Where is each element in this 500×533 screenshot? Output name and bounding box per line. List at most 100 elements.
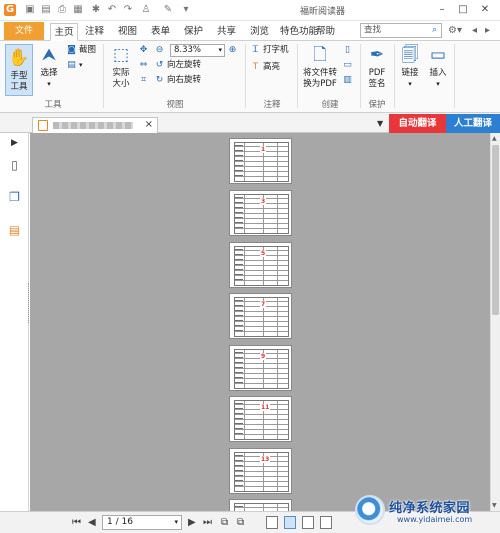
- save-icon[interactable]: ▤: [40, 4, 52, 16]
- page-thumbnail[interactable]: 13: [229, 448, 292, 494]
- ribbon-divider: [360, 44, 361, 108]
- scrollbar-thumb[interactable]: [492, 145, 499, 315]
- next-view-icon[interactable]: ⧉: [237, 517, 244, 529]
- protect-group-label: 保护: [368, 100, 386, 110]
- redo-icon[interactable]: ↷: [122, 4, 134, 16]
- ribbon-divider: [454, 44, 455, 108]
- search-icon[interactable]: ⌕: [428, 24, 441, 37]
- page-number-field[interactable]: 1 / 16 ▾: [102, 515, 182, 530]
- create-group-label: 创建: [321, 100, 339, 110]
- ribbon-toolbar: ✋ 手型 工具 ⮝ 选择 ▾ ◙ 截图 ▤ ▾ 工具 ⬚ 实际 大小 ✥ ⊖ 8.33…: [0, 41, 500, 113]
- pen-icon[interactable]: ✎: [162, 4, 174, 16]
- zoom-in-icon: ⊕: [228, 45, 237, 55]
- zoom-select[interactable]: 8.33% ▾: [170, 44, 225, 57]
- fit-visible-button[interactable]: ⌗: [138, 74, 151, 87]
- page-thumbnail[interactable]: 7: [229, 293, 292, 339]
- forward-icon[interactable]: ▸: [485, 25, 490, 36]
- select-button[interactable]: ⮝ 选择 ▾: [36, 44, 62, 90]
- previous-page-icon[interactable]: ◀: [88, 517, 96, 529]
- fit-width-button[interactable]: ⇔: [138, 59, 151, 72]
- scroll-up-icon[interactable]: ▲: [492, 135, 497, 142]
- print-icon[interactable]: ⎙: [56, 4, 68, 16]
- insert-button[interactable]: ▭ 插入 ▾: [426, 44, 450, 90]
- rotate-left-button[interactable]: ↺ 向左旋转: [154, 59, 201, 72]
- convert-to-pdf-button[interactable]: 🗋 将文件转 换为PDF: [300, 44, 340, 90]
- camera-icon: ◙: [67, 45, 76, 55]
- snapshot-label: 截图: [79, 45, 97, 55]
- minimize-button[interactable]: –: [434, 3, 450, 17]
- navigation-sidebar: ▶ ▯ ❐ ▤: [0, 133, 29, 511]
- pages-thumbnail-icon[interactable]: ❐: [8, 190, 21, 205]
- close-window-button[interactable]: ✕: [477, 3, 493, 17]
- create-scan-button[interactable]: ▭: [342, 59, 355, 72]
- page-thumbnail[interactable]: 1: [229, 138, 292, 184]
- tab-protect[interactable]: 保护: [181, 23, 206, 41]
- page-indicator: 1 / 16: [107, 517, 133, 527]
- file-menu-tab[interactable]: 文件: [4, 22, 44, 40]
- page-thumbnail[interactable]: 9: [229, 345, 292, 391]
- vertical-scrollbar[interactable]: ▲ ▼: [490, 133, 500, 511]
- clipboard-button[interactable]: ▤ ▾: [66, 59, 82, 72]
- customize-dropdown-icon[interactable]: ▾: [180, 4, 192, 16]
- tab-browse[interactable]: 浏览: [247, 23, 272, 41]
- actual-size-button[interactable]: ⬚ 实际 大小: [108, 44, 134, 90]
- single-page-view-icon[interactable]: [266, 516, 278, 529]
- tab-comment[interactable]: 注释: [82, 23, 107, 41]
- pen-sign-icon: ✒: [369, 45, 385, 65]
- page-thumbnail[interactable]: 5: [229, 242, 292, 288]
- page-number: 9: [260, 353, 267, 360]
- fit-page-button[interactable]: ✥: [138, 44, 151, 57]
- actual-size-icon: ⬚: [112, 45, 130, 65]
- tab-home[interactable]: 主页: [50, 23, 78, 41]
- highlight-button[interactable]: T 高亮: [250, 61, 280, 74]
- manual-translate-button[interactable]: 人工翻译: [446, 114, 500, 133]
- stamp-icon[interactable]: ♙: [140, 4, 152, 16]
- document-canvas[interactable]: 1 3 5 7 9 11 13: [30, 133, 490, 511]
- tab-help[interactable]: 帮助: [313, 23, 338, 41]
- back-icon[interactable]: ◂: [472, 25, 477, 36]
- continuous-view-icon[interactable]: [284, 516, 296, 529]
- tab-form[interactable]: 表单: [148, 23, 173, 41]
- zoom-in-button[interactable]: ⊕: [227, 44, 240, 57]
- page-thumbnail[interactable]: [229, 499, 292, 511]
- maximize-button[interactable]: □: [455, 3, 471, 17]
- tab-view[interactable]: 视图: [115, 23, 140, 41]
- print-setup-icon[interactable]: ▦: [72, 4, 84, 16]
- pdf-sign-button[interactable]: ✒ PDF 签名: [364, 44, 390, 90]
- auto-translate-button[interactable]: 自动翻译: [389, 114, 446, 133]
- zoom-out-button[interactable]: ⊖: [154, 44, 167, 57]
- new-icon[interactable]: ✱: [90, 4, 102, 16]
- page-thumbnail[interactable]: 3: [229, 190, 292, 236]
- typewriter-label: 打字机: [263, 45, 289, 55]
- page-number: 7: [260, 301, 267, 308]
- open-icon[interactable]: ▣: [24, 4, 36, 16]
- comments-icon[interactable]: ▤: [8, 223, 21, 238]
- page-thumbnail[interactable]: 11: [229, 396, 292, 442]
- undo-icon[interactable]: ↶: [106, 4, 118, 16]
- typewriter-button[interactable]: Ꮖ 打字机: [250, 44, 289, 57]
- facing-view-icon[interactable]: [302, 516, 314, 529]
- sidebar-expand-icon[interactable]: ▶: [8, 136, 21, 151]
- insert-icon: ▭: [429, 45, 447, 65]
- previous-view-icon[interactable]: ⧉: [221, 517, 228, 529]
- link-button[interactable]: 🗐 链接 ▾: [398, 44, 422, 90]
- rotate-right-button[interactable]: ↻ 向右旋转: [154, 74, 201, 87]
- snapshot-button[interactable]: ◙ 截图: [66, 44, 96, 57]
- tab-share[interactable]: 共享: [214, 23, 239, 41]
- ribbon-divider: [394, 44, 395, 108]
- hand-tool-button[interactable]: ✋ 手型 工具: [5, 44, 33, 96]
- create-blank-button[interactable]: ▯: [342, 44, 355, 57]
- select-cursor-icon: ⮝: [41, 45, 57, 65]
- tab-list-dropdown-icon[interactable]: ▼: [377, 119, 383, 128]
- first-page-icon[interactable]: ⏮: [72, 517, 81, 529]
- create-clipboard-button[interactable]: ▥: [342, 74, 355, 87]
- document-tab[interactable]: ×: [32, 117, 158, 133]
- bookmark-icon[interactable]: ▯: [8, 158, 21, 173]
- hand-tool-label: 手型 工具: [10, 71, 28, 92]
- next-page-icon[interactable]: ▶: [188, 517, 196, 529]
- settings-icon[interactable]: ⚙▾: [448, 25, 462, 36]
- continuous-facing-view-icon[interactable]: [320, 516, 332, 529]
- last-page-icon[interactable]: ⏭: [203, 517, 212, 529]
- page-number: 3: [260, 198, 267, 205]
- close-tab-button[interactable]: ×: [145, 119, 153, 130]
